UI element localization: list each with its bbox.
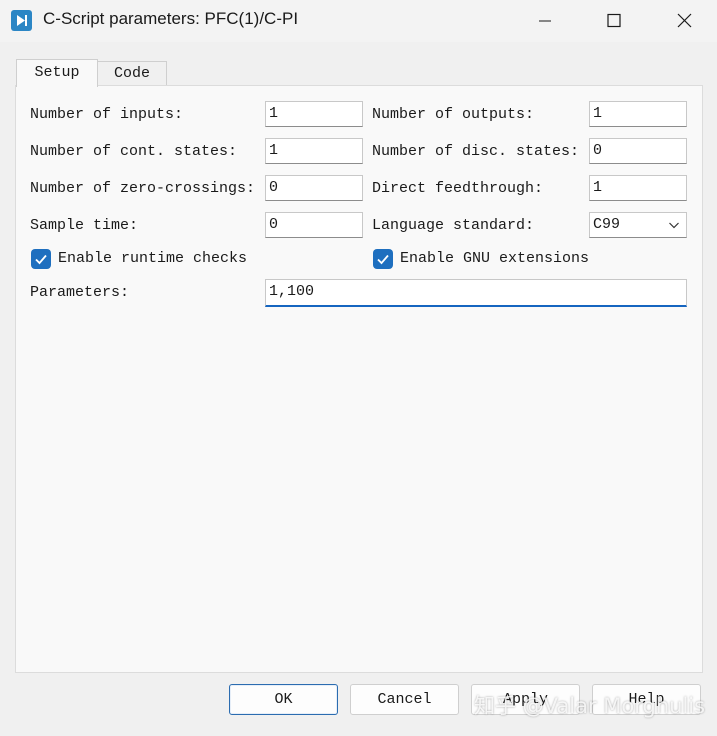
title-bar: C-Script parameters: PFC(1)/C-PI (0, 0, 717, 42)
language-standard-select[interactable]: C99 (589, 212, 687, 238)
gnu-extensions-checkbox[interactable] (373, 249, 393, 269)
direct-feedthrough-label: Direct feedthrough: (372, 180, 544, 197)
runtime-checks-checkbox[interactable] (31, 249, 51, 269)
maximize-button[interactable] (580, 0, 648, 42)
gnu-extensions-label[interactable]: Enable GNU extensions (400, 250, 589, 268)
language-standard-value: C99 (593, 216, 621, 233)
tab-code[interactable]: Code (97, 61, 167, 85)
checkmark-icon (35, 254, 47, 265)
num-inputs-field[interactable]: 1 (265, 101, 363, 127)
runtime-checks-label[interactable]: Enable runtime checks (58, 250, 247, 268)
direct-feedthrough-field[interactable]: 1 (589, 175, 687, 201)
maximize-icon (607, 13, 621, 28)
setup-panel: Number of inputs: 1 Number of outputs: 1… (15, 85, 703, 673)
tab-setup[interactable]: Setup (16, 59, 98, 87)
ok-button[interactable]: OK (229, 684, 338, 715)
language-standard-label: Language standard: (372, 217, 535, 234)
close-icon (677, 13, 692, 28)
num-zero-crossings-field[interactable]: 0 (265, 175, 363, 201)
minimize-button[interactable] (511, 0, 579, 42)
dialog-window: C-Script parameters: PFC(1)/C-PI Setup C… (0, 0, 717, 736)
cancel-button[interactable]: Cancel (350, 684, 459, 715)
parameters-label: Parameters: (30, 284, 130, 301)
sample-time-field[interactable]: 0 (265, 212, 363, 238)
num-inputs-label: Number of inputs: (30, 106, 184, 123)
num-disc-states-label: Number of disc. states: (372, 143, 580, 160)
window-title: C-Script parameters: PFC(1)/C-PI (43, 9, 299, 28)
help-button[interactable]: Help (592, 684, 701, 715)
num-cont-states-field[interactable]: 1 (265, 138, 363, 164)
num-disc-states-field[interactable]: 0 (589, 138, 687, 164)
parameters-field[interactable]: 1,100 (265, 279, 687, 307)
minimize-icon (539, 20, 551, 22)
chevron-down-icon (669, 222, 679, 229)
num-cont-states-label: Number of cont. states: (30, 143, 238, 160)
apply-button[interactable]: Apply (471, 684, 580, 715)
num-outputs-label: Number of outputs: (372, 106, 535, 123)
app-icon (11, 10, 32, 31)
num-zero-crossings-label: Number of zero-crossings: (30, 180, 256, 197)
num-outputs-field[interactable]: 1 (589, 101, 687, 127)
checkmark-icon (377, 254, 389, 265)
sample-time-label: Sample time: (30, 217, 139, 234)
close-button[interactable] (649, 0, 717, 42)
